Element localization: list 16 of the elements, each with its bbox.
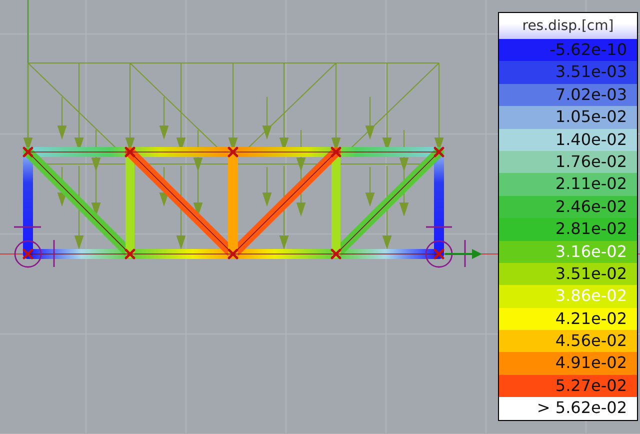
legend-value: -5.62e-10 bbox=[499, 39, 637, 62]
legend-value: 1.76e-02 bbox=[499, 150, 637, 174]
legend-value: 3.51e-02 bbox=[499, 262, 637, 286]
legend-value: 5.27e-02 bbox=[499, 374, 637, 398]
legend-value: 4.91e-02 bbox=[499, 352, 637, 375]
legend-value: 3.86e-02 bbox=[499, 285, 637, 308]
legend-value: 4.56e-02 bbox=[499, 330, 637, 352]
legend-value: 1.40e-02 bbox=[499, 128, 637, 151]
legend-value: 3.16e-02 bbox=[499, 240, 637, 263]
legend-value: 4.21e-02 bbox=[499, 308, 637, 330]
legend-value: 2.46e-02 bbox=[499, 196, 637, 218]
legend-value: 2.81e-02 bbox=[499, 218, 637, 241]
legend-value: 7.02e-03 bbox=[499, 84, 637, 106]
legend-value: 2.11e-02 bbox=[499, 173, 637, 196]
legend-value: 3.51e-03 bbox=[499, 61, 637, 84]
legend-value: 1.05e-02 bbox=[499, 106, 637, 129]
